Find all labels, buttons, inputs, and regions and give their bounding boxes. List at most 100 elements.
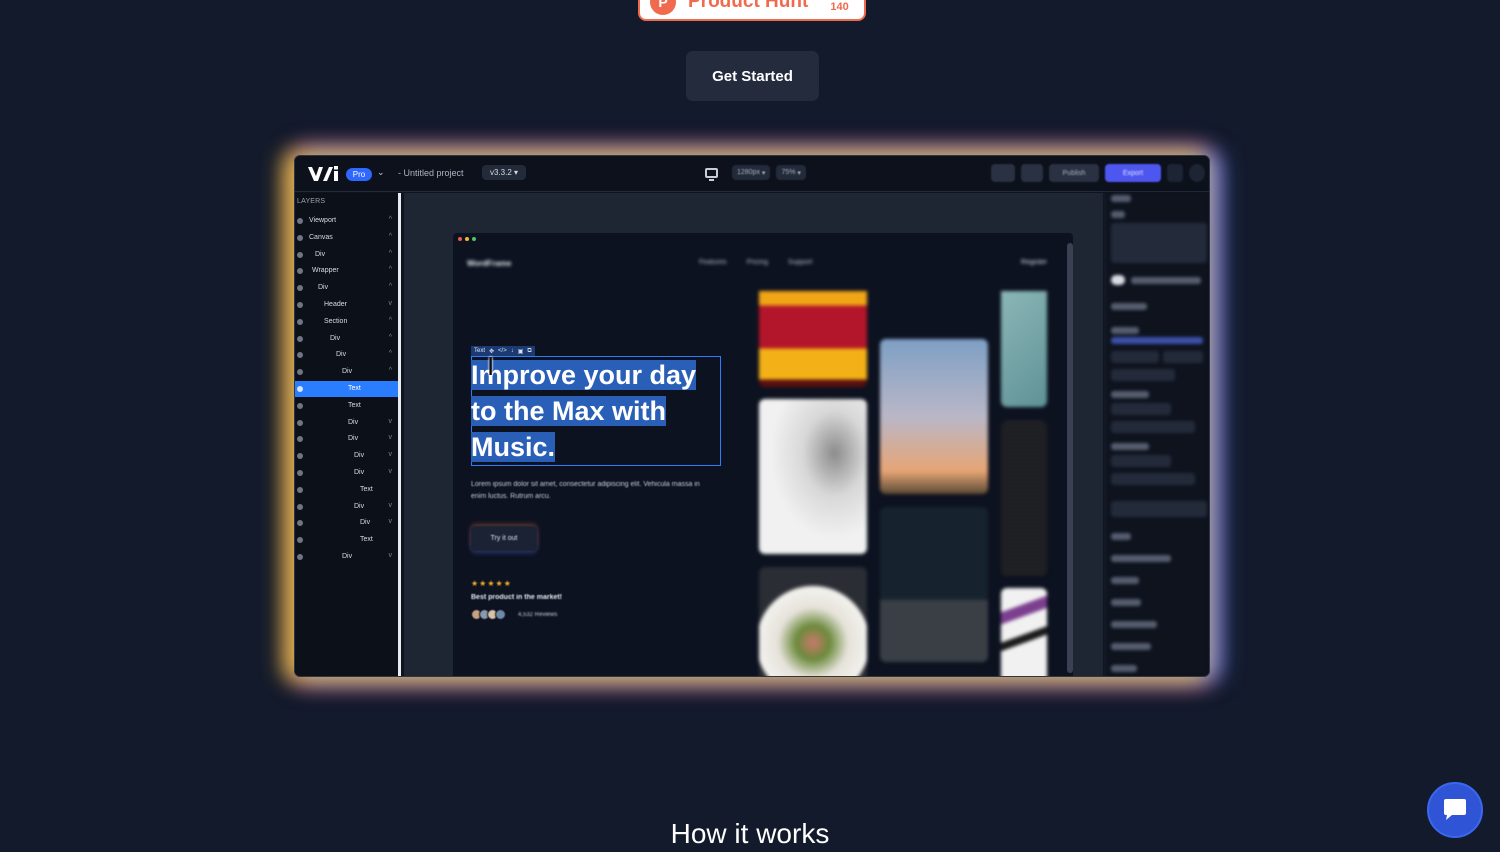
publish-button[interactable]: Publish [1049, 164, 1099, 182]
layer-row[interactable]: Div ^ [295, 280, 398, 296]
layer-label: Div [342, 553, 353, 560]
reviews-count: 4,532 Reviews [518, 612, 558, 618]
layer-row[interactable]: Div v [295, 431, 398, 447]
preview-register: Register [1020, 259, 1047, 266]
visibility-icon[interactable] [297, 218, 303, 224]
layer-row[interactable]: Div v [295, 465, 398, 481]
layer-label: Canvas [309, 233, 333, 241]
product-hunt-badge[interactable]: P Product Hunt 140 [638, 0, 866, 21]
layer-row[interactable]: Text [295, 482, 398, 498]
export-button[interactable]: Export [1105, 164, 1161, 182]
visibility-icon[interactable] [297, 369, 303, 376]
visibility-icon[interactable] [297, 402, 303, 409]
layer-row[interactable]: Canvas ^ [295, 230, 398, 246]
visibility-icon[interactable] [297, 520, 303, 527]
layer-row[interactable]: Wrapper ^ [295, 263, 398, 279]
copy-icon[interactable]: ⧉ [527, 348, 531, 355]
window-dots [458, 237, 476, 241]
visibility-icon[interactable] [297, 234, 303, 241]
image-tile-stripes [759, 291, 867, 387]
monitor-icon[interactable] [705, 167, 718, 181]
settings-icon[interactable] [1189, 164, 1205, 182]
layer-label: Div [354, 502, 365, 510]
layer-row[interactable]: Header v [295, 297, 398, 313]
visibility-icon[interactable] [297, 285, 303, 292]
selection-toolbar[interactable]: Text ✥ </> ↓ ▣ ⧉ [471, 346, 535, 356]
undo-icon[interactable] [991, 164, 1015, 182]
best-product-text: Best product in the market! [471, 594, 563, 601]
layer-row[interactable]: Section ^ [295, 314, 398, 330]
chat-widget-button[interactable] [1427, 782, 1483, 838]
layer-row[interactable]: Text [295, 398, 398, 414]
layer-chevron-icon[interactable]: v [389, 418, 393, 425]
layer-chevron-icon[interactable]: ^ [389, 367, 392, 374]
visibility-icon[interactable] [297, 503, 303, 510]
chat-icon [1444, 799, 1466, 820]
layer-chevron-icon[interactable]: v [389, 434, 393, 441]
arrow-down-icon[interactable]: ↓ [511, 348, 514, 354]
image-tile-paper [759, 399, 867, 554]
delete-icon[interactable]: ▣ [518, 348, 524, 355]
layer-chevron-icon[interactable]: v [389, 300, 393, 307]
visibility-icon[interactable] [297, 537, 303, 544]
layer-chevron-icon[interactable]: v [389, 552, 393, 559]
layout-icon[interactable] [1167, 164, 1183, 182]
layer-chevron-icon[interactable]: v [389, 502, 393, 509]
layer-row[interactable]: Div v [295, 549, 398, 565]
layer-chevron-icon[interactable]: ^ [389, 317, 392, 324]
editor-topbar: Pro ⌄ - Untitled project v3.3.2 ▾ 1280px… [295, 156, 1209, 192]
headline-text: Improve your day to the Max with Music. [471, 360, 697, 462]
visibility-icon[interactable] [297, 436, 303, 443]
try-it-out-button[interactable]: Try it out [471, 526, 537, 551]
preview-headline[interactable]: Improve your day to the Max with Music. [471, 357, 719, 465]
layer-row[interactable]: Div ^ [295, 331, 398, 347]
layer-row[interactable]: Viewport ^ [295, 213, 398, 229]
visibility-icon[interactable] [297, 486, 303, 493]
visibility-icon[interactable] [297, 251, 303, 258]
chevron-down-icon[interactable]: ⌄ [377, 167, 385, 178]
visibility-icon[interactable] [297, 268, 303, 275]
image-tile-stripe-purple [1001, 588, 1047, 676]
code-icon[interactable]: </> [498, 348, 507, 354]
layer-chevron-icon[interactable]: ^ [389, 233, 392, 240]
layer-row[interactable]: Text [295, 381, 398, 397]
layer-chevron-icon[interactable]: v [389, 468, 393, 475]
layer-row[interactable]: Div v [295, 515, 398, 531]
layer-chevron-icon[interactable]: v [389, 518, 393, 525]
product-hunt-count: 140 [830, 0, 849, 13]
image-tile-pyramid [880, 507, 988, 662]
layer-chevron-icon[interactable]: ^ [389, 266, 392, 273]
visibility-icon[interactable] [297, 318, 303, 325]
layer-row[interactable]: Div v [295, 499, 398, 515]
layer-row[interactable]: Div ^ [295, 347, 398, 363]
image-tile-sunset [880, 339, 988, 494]
visibility-icon[interactable] [297, 419, 303, 426]
layer-label: Div [330, 334, 341, 342]
preview-scrollbar[interactable] [1067, 243, 1073, 673]
layer-row[interactable]: Div ^ [295, 364, 398, 380]
visibility-icon[interactable] [297, 554, 303, 560]
layer-label: Div [318, 284, 329, 292]
width-dropdown[interactable]: 1280px ▾ [732, 165, 771, 180]
topbar-actions: Publish Export [991, 164, 1205, 182]
redo-icon[interactable] [1021, 164, 1043, 182]
layer-chevron-icon[interactable]: ^ [389, 334, 392, 341]
version-dropdown[interactable]: v3.3.2 ▾ [482, 165, 526, 180]
layer-chevron-icon[interactable]: v [389, 451, 393, 458]
get-started-button[interactable]: Get Started [686, 51, 819, 101]
visibility-icon[interactable] [297, 386, 303, 392]
layer-chevron-icon[interactable]: ^ [389, 350, 392, 357]
zoom-dropdown[interactable]: 75% ▾ [776, 165, 806, 180]
visibility-icon[interactable] [297, 302, 303, 308]
visibility-icon[interactable] [297, 335, 303, 342]
layer-row[interactable]: Div v [295, 448, 398, 464]
layer-chevron-icon[interactable]: ^ [389, 216, 392, 223]
layer-row[interactable]: Text [295, 532, 398, 548]
visibility-icon[interactable] [297, 453, 303, 460]
layer-row[interactable]: Div v [295, 415, 398, 431]
layer-row[interactable]: Div ^ [295, 247, 398, 263]
layer-chevron-icon[interactable]: ^ [389, 283, 392, 290]
visibility-icon[interactable] [297, 352, 303, 359]
layer-chevron-icon[interactable]: ^ [389, 250, 392, 257]
visibility-icon[interactable] [297, 470, 303, 476]
